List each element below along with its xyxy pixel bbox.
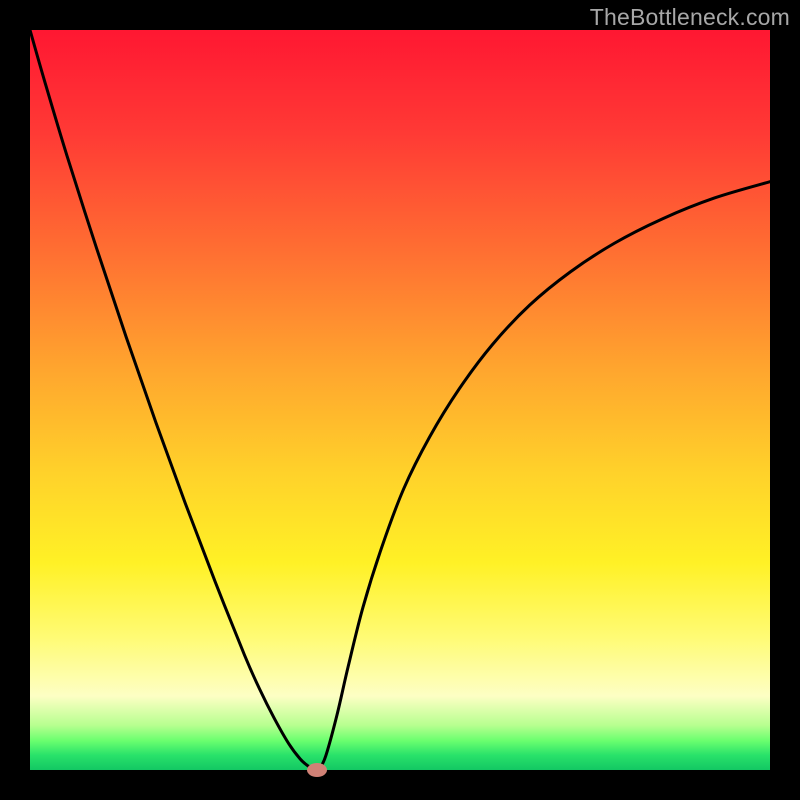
plot-area	[30, 30, 770, 770]
bottleneck-curve	[30, 30, 770, 770]
watermark-text: TheBottleneck.com	[590, 4, 790, 31]
minimum-marker	[307, 763, 327, 777]
chart-frame: TheBottleneck.com	[0, 0, 800, 800]
